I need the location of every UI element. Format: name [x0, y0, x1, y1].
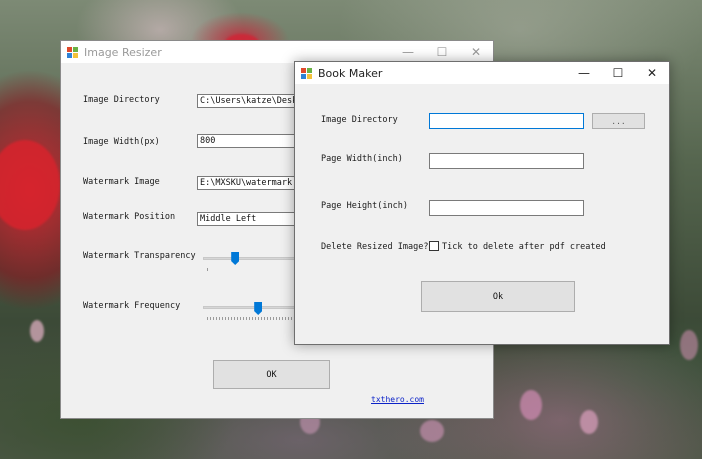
book-image-directory-label: Image Directory — [321, 115, 398, 125]
flower-decoration — [680, 330, 698, 360]
watermark-position-select[interactable]: Middle Left — [197, 212, 307, 226]
page-width-label: Page Width(inch) — [321, 154, 403, 164]
app-icon — [67, 46, 78, 58]
delete-resized-checkbox[interactable] — [429, 241, 439, 251]
page-height-field[interactable] — [429, 200, 584, 216]
watermark-image-field[interactable]: E:\MXSKU\watermark.jpg — [197, 176, 307, 190]
resizer-ok-button[interactable]: OK — [213, 360, 330, 389]
image-width-field[interactable]: 800 — [197, 134, 307, 148]
minimize-icon[interactable]: — — [567, 62, 601, 84]
watermark-transparency-label: Watermark Transparency — [83, 251, 196, 261]
watermark-image-label: Watermark Image — [83, 177, 160, 187]
page-height-label: Page Height(inch) — [321, 201, 408, 211]
close-icon[interactable]: ✕ — [635, 62, 669, 84]
flower-decoration — [580, 410, 598, 434]
maximize-icon[interactable]: ☐ — [425, 41, 459, 63]
app-icon — [301, 67, 312, 79]
delete-resized-label: Delete Resized Image? — [321, 242, 429, 252]
book-image-directory-field[interactable] — [429, 113, 584, 129]
minimize-icon[interactable]: — — [391, 41, 425, 63]
flower-decoration — [520, 390, 542, 420]
resizer-titlebar[interactable]: Image Resizer — ☐ ✕ — [61, 41, 493, 63]
transparency-slider-track[interactable] — [203, 257, 295, 260]
transparency-slider-ticks — [207, 268, 209, 271]
transparency-slider-thumb[interactable] — [231, 252, 240, 265]
resizer-image-directory-field[interactable]: C:\Users\katze\Desktop — [197, 94, 307, 108]
maximize-icon[interactable]: ☐ — [601, 62, 635, 84]
frequency-slider-track[interactable] — [203, 306, 295, 309]
resizer-title: Image Resizer — [84, 45, 162, 59]
image-directory-label: Image Directory — [83, 95, 160, 105]
book-maker-ok-button[interactable]: Ok — [421, 281, 575, 312]
flower-decoration — [30, 320, 44, 342]
frequency-slider-thumb[interactable] — [254, 302, 263, 315]
watermark-frequency-label: Watermark Frequency — [83, 301, 181, 311]
delete-resized-checkbox-label[interactable]: Tick to delete after pdf created — [442, 242, 606, 252]
browse-button[interactable]: ... — [592, 113, 645, 129]
watermark-position-label: Watermark Position — [83, 212, 176, 222]
book-maker-window: Book Maker — ☐ ✕ Image Directory ... Pag… — [294, 61, 670, 345]
page-width-field[interactable] — [429, 153, 584, 169]
flower-decoration — [0, 140, 60, 230]
frequency-slider-ticks — [207, 317, 295, 320]
book-maker-titlebar[interactable]: Book Maker — ☐ ✕ — [295, 62, 669, 84]
image-width-label: Image Width(px) — [83, 137, 160, 147]
flower-decoration — [420, 420, 444, 442]
close-icon[interactable]: ✕ — [459, 41, 493, 63]
txthero-link[interactable]: txthero.com — [371, 395, 424, 404]
book-maker-title: Book Maker — [318, 66, 383, 80]
